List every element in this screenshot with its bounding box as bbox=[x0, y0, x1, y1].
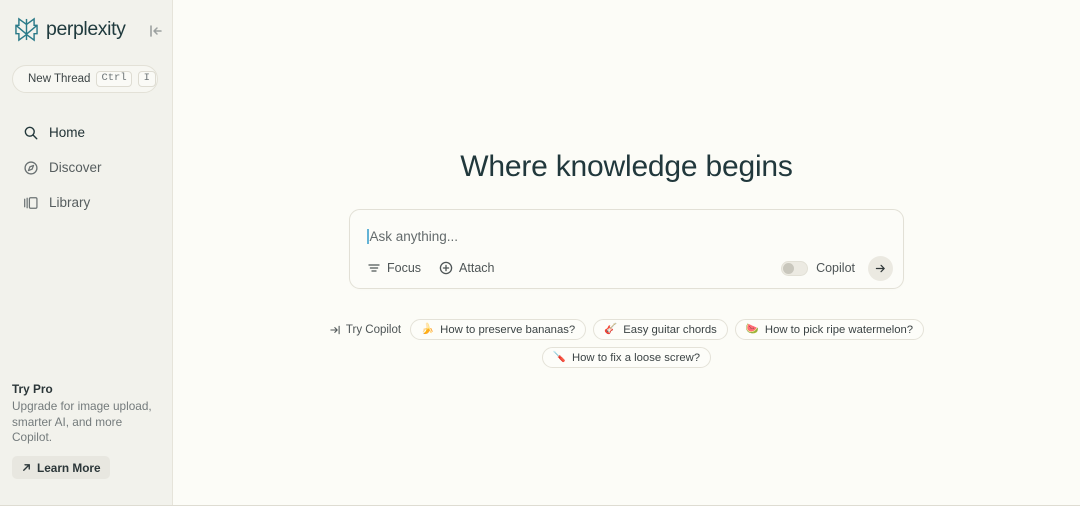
ask-anything-box[interactable]: Ask anything... Focus Attach Copilot bbox=[349, 209, 904, 289]
sidebar-item-label: Home bbox=[49, 125, 86, 140]
learn-more-button[interactable]: Learn More bbox=[12, 456, 110, 479]
submit-button[interactable] bbox=[868, 255, 893, 281]
try-copilot-button[interactable]: Try Copilot bbox=[329, 324, 401, 336]
copilot-toggle-knob bbox=[783, 262, 795, 274]
compass-icon bbox=[22, 159, 39, 176]
library-books-icon bbox=[22, 194, 39, 211]
perplexity-app: perplexity New Thread Ctrl I Home Discov… bbox=[0, 0, 1080, 506]
chip-label: How to pick ripe watermelon? bbox=[764, 323, 914, 336]
ask-input-placeholder: Ask anything... bbox=[369, 229, 459, 244]
plus-circle-icon bbox=[439, 261, 453, 275]
focus-label: Focus bbox=[387, 261, 422, 275]
try-pro-promo: Try Pro Upgrade for image upload, smarte… bbox=[12, 382, 162, 479]
copilot-toggle[interactable] bbox=[781, 260, 809, 276]
chip-emoji: 🍉 bbox=[745, 323, 759, 336]
new-thread-label: New Thread bbox=[28, 73, 91, 85]
page-title: Where knowledge begins bbox=[460, 150, 793, 183]
arrow-right-icon bbox=[875, 264, 885, 272]
brand[interactable]: perplexity bbox=[12, 0, 160, 52]
sidebar-item-home[interactable]: Home bbox=[12, 115, 160, 150]
filter-icon bbox=[368, 264, 380, 272]
promo-description: Upgrade for image upload, smarter AI, an… bbox=[12, 399, 152, 445]
focus-button[interactable]: Focus bbox=[367, 261, 421, 275]
brand-name: perplexity bbox=[46, 17, 126, 40]
arrow-up-right-icon bbox=[23, 464, 30, 471]
sidebar-nav: Home Discover Library bbox=[12, 115, 160, 220]
main-content: Where knowledge begins Ask anything... F… bbox=[173, 0, 1080, 505]
learn-more-label: Learn More bbox=[37, 460, 101, 475]
promo-title: Try Pro bbox=[12, 382, 53, 397]
sidebar: perplexity New Thread Ctrl I Home Discov… bbox=[0, 0, 173, 505]
shortcut-modifier-key: Ctrl bbox=[96, 70, 132, 88]
suggestion-chip[interactable]: 🍌 How to preserve bananas? bbox=[410, 319, 587, 340]
sidebar-item-discover[interactable]: Discover bbox=[12, 150, 160, 185]
suggestion-chips-row-2: 🪛 How to fix a loose screw? bbox=[277, 347, 977, 368]
suggestion-chip[interactable]: 🍉 How to pick ripe watermelon? bbox=[734, 319, 925, 340]
collapse-sidebar-icon[interactable] bbox=[148, 23, 164, 39]
sidebar-item-library[interactable]: Library bbox=[12, 185, 160, 220]
suggestion-chips-row-1: Try Copilot 🍌 How to preserve bananas? 🎸… bbox=[277, 319, 977, 340]
search-icon bbox=[22, 124, 39, 141]
suggestion-chip[interactable]: 🪛 How to fix a loose screw? bbox=[541, 347, 712, 368]
arrow-right-circle-icon bbox=[330, 325, 340, 334]
sidebar-item-label: Library bbox=[49, 195, 91, 210]
perplexity-asterisk-logo-icon bbox=[15, 17, 38, 41]
chip-emoji: 🍌 bbox=[421, 323, 435, 336]
chip-label: Easy guitar chords bbox=[623, 323, 717, 336]
copilot-label: Copilot bbox=[816, 261, 855, 275]
chip-label: How to preserve bananas? bbox=[440, 323, 576, 336]
home-center-stack: Where knowledge begins Ask anything... F… bbox=[173, 150, 1080, 368]
attach-button[interactable]: Attach bbox=[439, 261, 494, 275]
shortcut-key: I bbox=[137, 70, 156, 88]
sidebar-item-label: Discover bbox=[49, 160, 102, 175]
chip-emoji: 🪛 bbox=[552, 351, 566, 364]
suggestion-chip[interactable]: 🎸 Easy guitar chords bbox=[593, 319, 728, 340]
new-thread-button[interactable]: New Thread Ctrl I bbox=[12, 65, 158, 93]
try-copilot-label: Try Copilot bbox=[345, 323, 402, 336]
ask-input-row[interactable]: Ask anything... bbox=[350, 210, 903, 246]
text-cursor bbox=[367, 229, 369, 244]
attach-label: Attach bbox=[459, 261, 495, 275]
chip-label: How to fix a loose screw? bbox=[571, 351, 701, 364]
ask-toolbar: Focus Attach Copilot bbox=[350, 248, 903, 288]
chip-emoji: 🎸 bbox=[604, 323, 618, 336]
